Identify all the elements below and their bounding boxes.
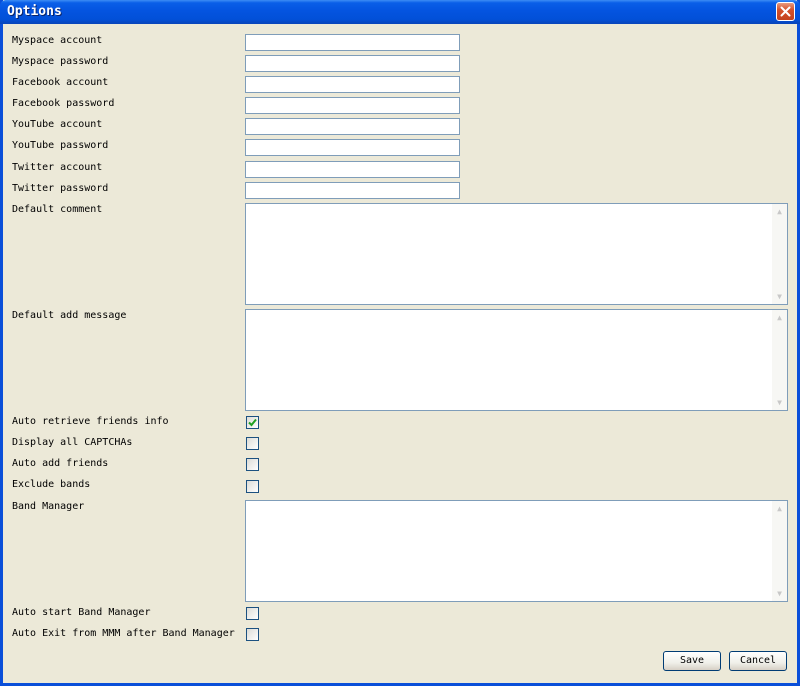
facebook-password-label: Facebook password: [12, 98, 115, 109]
auto-retrieve-friends-label: Auto retrieve friends info: [12, 416, 169, 427]
default-add-message-scrollbar[interactable]: ▲ ▼: [772, 310, 787, 410]
exclude-bands-checkbox[interactable]: [246, 480, 259, 493]
close-button[interactable]: [776, 2, 795, 21]
close-icon: [780, 6, 791, 17]
youtube-password-input[interactable]: [245, 139, 460, 156]
scroll-up-arrow-icon[interactable]: ▲: [775, 313, 784, 322]
facebook-account-input[interactable]: [245, 76, 460, 93]
scroll-up-arrow-icon[interactable]: ▲: [775, 504, 784, 513]
youtube-account-label: YouTube account: [12, 119, 103, 130]
scroll-down-arrow-icon[interactable]: ▼: [775, 398, 784, 407]
options-dialog: Options Myspace account Myspace password…: [0, 0, 800, 686]
scroll-down-arrow-icon[interactable]: ▼: [775, 589, 784, 598]
scroll-down-arrow-icon[interactable]: ▼: [775, 292, 784, 301]
auto-exit-mmm-checkbox[interactable]: [246, 628, 259, 641]
youtube-password-label: YouTube password: [12, 140, 109, 151]
myspace-account-label: Myspace account: [12, 35, 103, 46]
display-captchas-label: Display all CAPTCHAs: [12, 437, 133, 448]
auto-exit-mmm-label: Auto Exit from MMM after Band Manager: [12, 628, 235, 639]
default-comment-scrollbar[interactable]: ▲ ▼: [772, 204, 787, 304]
default-add-message-textarea[interactable]: ▲ ▼: [245, 309, 788, 411]
band-manager-label: Band Manager: [12, 501, 85, 512]
display-captchas-checkbox[interactable]: [246, 437, 259, 450]
default-comment-label: Default comment: [12, 204, 103, 215]
auto-add-friends-label: Auto add friends: [12, 458, 109, 469]
facebook-password-input[interactable]: [245, 97, 460, 114]
title-bar[interactable]: Options: [0, 0, 800, 24]
twitter-password-input[interactable]: [245, 182, 460, 199]
band-manager-textarea[interactable]: ▲ ▼: [245, 500, 788, 602]
myspace-password-label: Myspace password: [12, 56, 109, 67]
default-add-message-label: Default add message: [12, 310, 127, 321]
window-title: Options: [7, 4, 62, 19]
twitter-account-label: Twitter account: [12, 162, 103, 173]
myspace-account-input[interactable]: [245, 34, 460, 51]
twitter-account-input[interactable]: [245, 161, 460, 178]
myspace-password-input[interactable]: [245, 55, 460, 72]
band-manager-scrollbar[interactable]: ▲ ▼: [772, 501, 787, 601]
auto-start-band-manager-checkbox[interactable]: [246, 607, 259, 620]
exclude-bands-label: Exclude bands: [12, 479, 91, 490]
save-button[interactable]: Save: [663, 651, 721, 671]
auto-retrieve-friends-checkbox[interactable]: [246, 416, 259, 429]
scroll-up-arrow-icon[interactable]: ▲: [775, 207, 784, 216]
auto-start-band-manager-label: Auto start Band Manager: [12, 607, 151, 618]
twitter-password-label: Twitter password: [12, 183, 109, 194]
auto-add-friends-checkbox[interactable]: [246, 458, 259, 471]
cancel-button[interactable]: Cancel: [729, 651, 787, 671]
default-comment-textarea[interactable]: ▲ ▼: [245, 203, 788, 305]
checkmark-icon: [248, 418, 257, 427]
youtube-account-input[interactable]: [245, 118, 460, 135]
facebook-account-label: Facebook account: [12, 77, 109, 88]
